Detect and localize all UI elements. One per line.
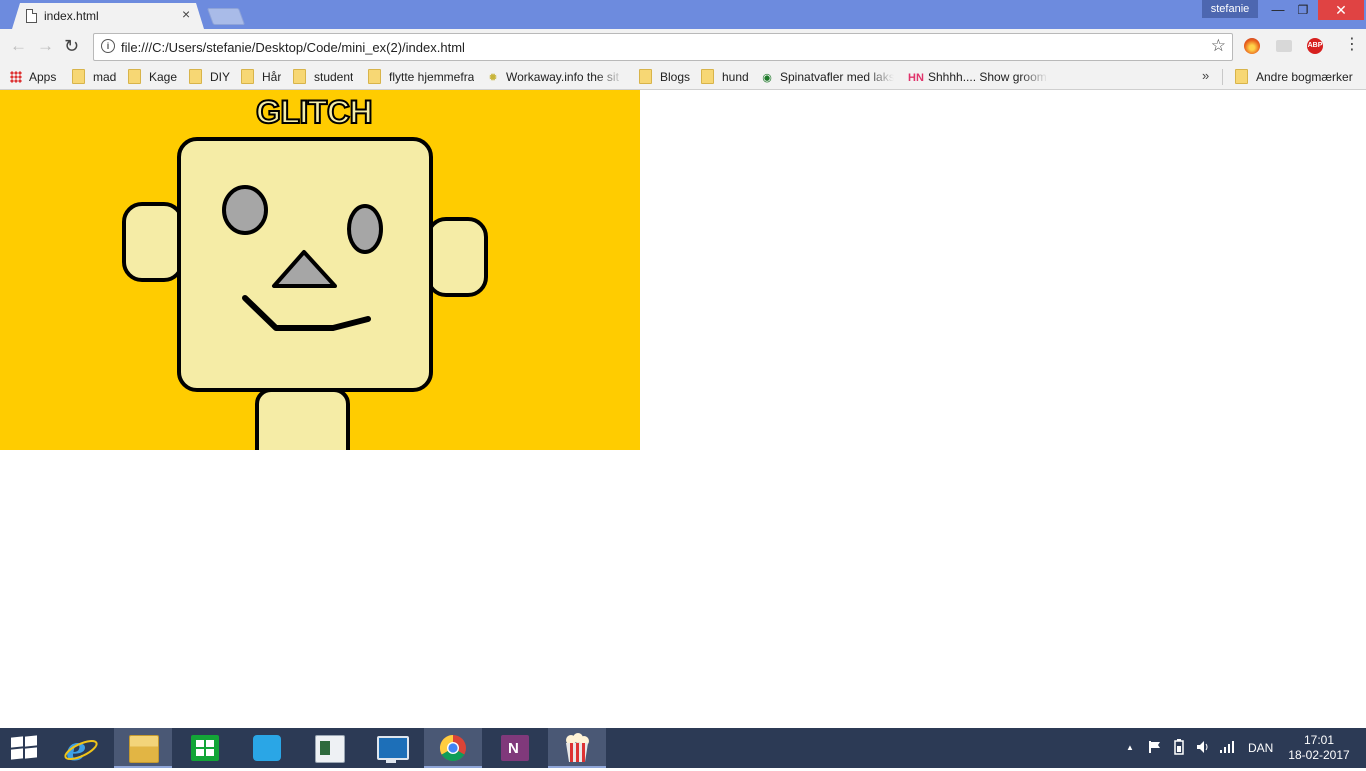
bookmark-other[interactable]: Andre bogmærker	[1235, 68, 1353, 86]
profile-button[interactable]: stefanie	[1202, 0, 1258, 18]
show-hidden-icons-button[interactable]: ▲	[1126, 728, 1134, 768]
tab-title: index.html	[44, 9, 99, 23]
chrome-icon[interactable]	[424, 728, 482, 768]
new-tab-button[interactable]	[206, 8, 246, 25]
store-icon[interactable]	[176, 728, 234, 768]
left-ear	[122, 202, 184, 282]
network-signal-icon[interactable]	[1219, 728, 1235, 768]
svg-text:e: e	[66, 730, 86, 768]
internet-explorer-icon[interactable]: e	[52, 728, 110, 768]
folder-icon	[701, 69, 714, 84]
bookmarks-divider	[1222, 69, 1223, 85]
site-icon: ◉	[762, 72, 772, 84]
tab-close-button[interactable]: ×	[182, 6, 190, 22]
apps-grid-icon	[10, 71, 22, 83]
bookmark-haar[interactable]: Hår	[241, 68, 281, 86]
right-ear	[426, 217, 488, 297]
address-bar[interactable]: i file:///C:/Users/stefanie/Desktop/Code…	[93, 33, 1233, 61]
right-eye	[347, 204, 383, 254]
folder-icon	[1235, 69, 1248, 84]
folder-icon	[293, 69, 306, 84]
bookmark-apps[interactable]: Apps	[10, 68, 56, 86]
reload-button[interactable]: ↻	[64, 37, 79, 55]
file-explorer-icon[interactable]	[114, 728, 172, 768]
page-title: GLITCH	[255, 93, 374, 131]
restore-button[interactable]: ❐	[1291, 0, 1315, 20]
bookmark-kage[interactable]: Kage	[128, 68, 177, 86]
close-window-button[interactable]: ✕	[1318, 0, 1364, 20]
lenovo-icon[interactable]	[362, 728, 420, 768]
info-icon[interactable]: i	[101, 39, 115, 53]
bookmark-star-icon[interactable]: ☆	[1211, 36, 1226, 56]
folder-icon	[241, 69, 254, 84]
onenote-icon[interactable]: N	[486, 728, 544, 768]
shopping-icon[interactable]	[238, 728, 296, 768]
reader-icon[interactable]	[300, 728, 358, 768]
action-center-flag-icon[interactable]	[1148, 728, 1162, 768]
bookmark-spinatvafler[interactable]: ◉ Spinatvafler med laks	[760, 68, 894, 86]
clock-time: 17:01	[1303, 733, 1335, 747]
hn-icon: HN	[908, 72, 924, 84]
bookmark-hund[interactable]: hund	[701, 68, 749, 86]
tab-strip: index.html × stefanie — ❐ ✕	[0, 0, 1366, 29]
input-language[interactable]: DAN	[1248, 728, 1273, 768]
chrome-menu-button[interactable]: ⋮	[1344, 36, 1360, 54]
volume-icon[interactable]	[1196, 728, 1212, 768]
robot-drawing	[122, 137, 488, 450]
popcorn-icon[interactable]	[548, 728, 606, 768]
folder-icon	[128, 69, 141, 84]
folder-icon	[368, 69, 381, 84]
minimize-button[interactable]: —	[1266, 0, 1290, 20]
fire-extension-icon[interactable]	[1244, 38, 1260, 54]
folder-icon	[72, 69, 85, 84]
system-clock[interactable]: 17:01 18-02-2017	[1284, 733, 1354, 763]
extension-icon[interactable]	[1276, 40, 1292, 52]
bookmark-student[interactable]: student	[293, 68, 353, 86]
forward-button[interactable]: →	[37, 37, 54, 55]
windows-taskbar: e N ▲ DAN 17:01 18-02-2017	[0, 728, 1366, 768]
browser-toolbar: ← → ↻ i file:///C:/Users/stefanie/Deskto…	[0, 29, 1366, 65]
tab-index-html[interactable]: index.html ×	[12, 3, 204, 29]
adblock-plus-icon[interactable]: ABP	[1307, 38, 1323, 54]
bookmark-diy[interactable]: DIY	[189, 68, 230, 86]
folder-icon	[189, 69, 202, 84]
document-icon	[26, 9, 37, 23]
folder-icon	[639, 69, 652, 84]
bookmark-flytte-hjemmefra[interactable]: flytte hjemmefra	[368, 68, 474, 86]
back-button[interactable]: ←	[10, 37, 27, 55]
bookmarks-overflow-button[interactable]: »	[1202, 68, 1209, 83]
clock-date: 18-02-2017	[1288, 748, 1350, 762]
left-eye	[222, 185, 268, 235]
bookmark-mad[interactable]: mad	[72, 68, 116, 86]
battery-icon[interactable]	[1172, 728, 1186, 768]
neck	[255, 388, 350, 450]
sketch-canvas[interactable]: GLITCH	[0, 90, 640, 450]
bookmark-workaway[interactable]: ✹ Workaway.info the sit	[486, 68, 624, 86]
url-text[interactable]: file:///C:/Users/stefanie/Desktop/Code/m…	[121, 40, 465, 55]
bookmark-shhhh[interactable]: HN Shhhh.... Show groom	[908, 68, 1048, 86]
bookmarks-bar: Apps mad Kage DIY Hår student flytte hje…	[0, 65, 1366, 90]
start-icon[interactable]	[11, 735, 38, 760]
bookmark-blogs[interactable]: Blogs	[639, 68, 690, 86]
workaway-icon: ✹	[488, 72, 498, 84]
